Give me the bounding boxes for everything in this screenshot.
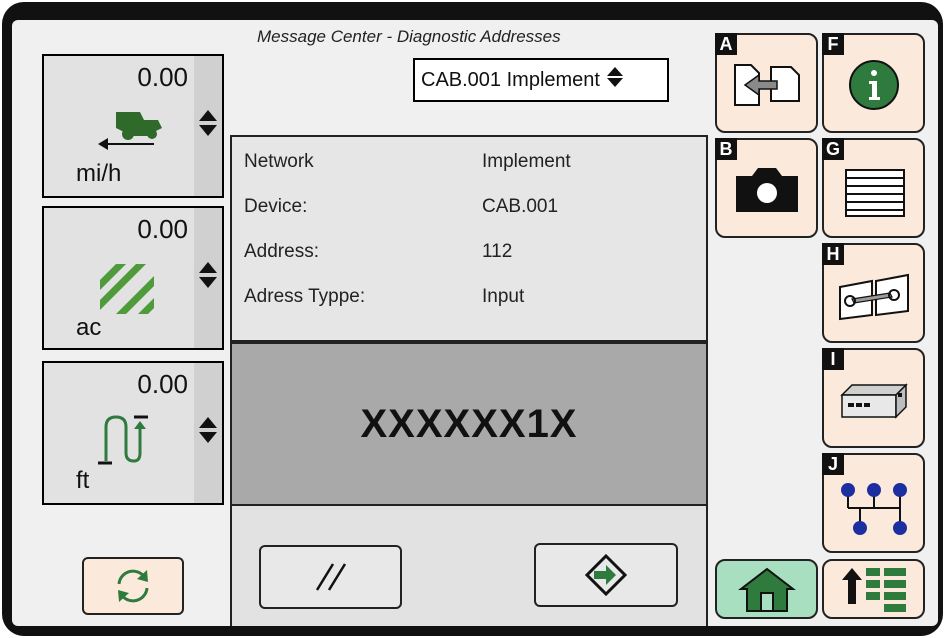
- up-down-arrows-icon: [199, 262, 217, 288]
- softkey-i[interactable]: I: [822, 348, 925, 448]
- area-gauge[interactable]: 0.00 ac: [42, 206, 224, 350]
- speed-adjust-control[interactable]: [194, 56, 222, 196]
- service-manual-icon: [824, 245, 923, 341]
- area-adjust-control[interactable]: [194, 208, 222, 348]
- network-value: Implement: [482, 151, 571, 172]
- address-type-value: Input: [482, 286, 525, 307]
- height-unit: ft: [76, 467, 90, 494]
- speed-gauge[interactable]: 0.00 mi/h: [42, 54, 224, 198]
- info-icon: [824, 35, 923, 131]
- softkey-f[interactable]: F: [822, 33, 925, 133]
- tractor-speed-icon: [94, 106, 174, 161]
- height-value: 0.00: [137, 369, 188, 399]
- device-selector[interactable]: CAB.001 Implement: [413, 58, 669, 102]
- list-icon: [824, 140, 923, 236]
- height-gauge[interactable]: 0.00 ft: [42, 361, 224, 505]
- device-value: CAB.001: [482, 196, 559, 217]
- network-diagram-icon: [824, 455, 923, 551]
- home-button[interactable]: [715, 559, 818, 619]
- speed-unit: mi/h: [76, 160, 122, 187]
- home-icon: [717, 561, 816, 617]
- enter-icon: [584, 553, 628, 597]
- page-title: Message Center - Diagnostic Addresses: [257, 27, 561, 46]
- network-label: Network: [244, 151, 314, 172]
- up-down-arrows-icon: [606, 66, 624, 94]
- up-down-arrows-icon: [199, 417, 217, 443]
- address-label: Address:: [244, 241, 319, 262]
- area-icon: [96, 260, 156, 321]
- transfer-document-icon: [717, 35, 816, 131]
- implement-height-icon: [94, 413, 154, 472]
- device-label: Device:: [244, 196, 308, 217]
- area-unit: ac: [76, 314, 102, 341]
- softkey-b[interactable]: B: [715, 138, 818, 238]
- controller-unit-icon: [824, 350, 923, 446]
- main-menu-button[interactable]: [822, 559, 925, 619]
- diagnostic-details-panel: Network Implement Device: CAB.001 Addres…: [230, 135, 708, 342]
- display-screen: Message Center - Diagnostic Addresses CA…: [12, 20, 938, 626]
- softkey-j[interactable]: J: [822, 453, 925, 553]
- diagnostic-readout: XXXXXX1X: [230, 342, 708, 506]
- clear-button[interactable]: [259, 545, 402, 609]
- address-value: 112: [482, 241, 513, 262]
- device-selector-value: CAB.001 Implement: [421, 68, 600, 91]
- slash-clear-icon: [315, 563, 346, 591]
- softkey-a[interactable]: A: [715, 33, 818, 133]
- up-down-arrows-icon: [199, 110, 217, 136]
- refresh-button[interactable]: [82, 557, 184, 615]
- address-type-label: Adress Typpe:: [244, 286, 366, 307]
- menu-up-icon: [824, 561, 923, 617]
- enter-button[interactable]: [534, 543, 678, 607]
- softkey-g[interactable]: G: [822, 138, 925, 238]
- height-adjust-control[interactable]: [194, 363, 222, 503]
- camera-icon: [717, 140, 816, 236]
- refresh-icon: [117, 569, 149, 603]
- speed-value: 0.00: [137, 62, 188, 92]
- area-value: 0.00: [137, 214, 188, 244]
- softkey-h[interactable]: H: [822, 243, 925, 343]
